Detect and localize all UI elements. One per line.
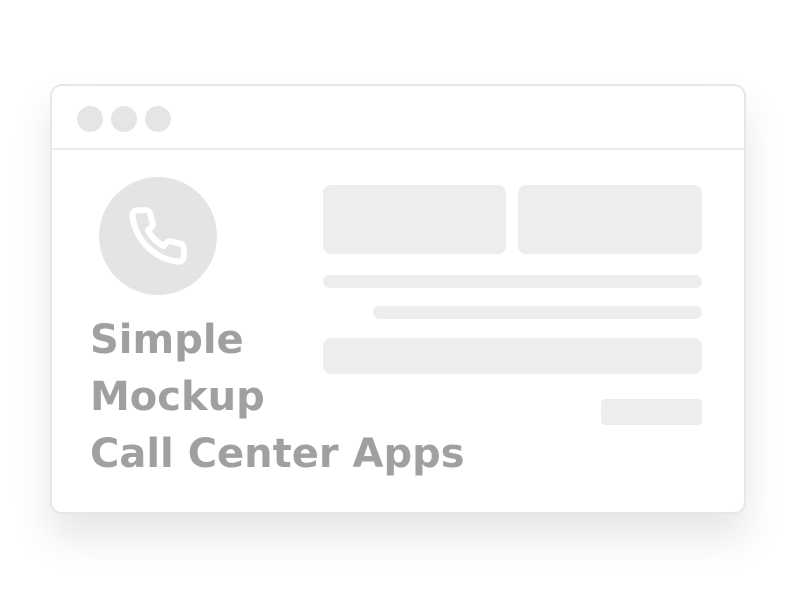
avatar <box>99 177 217 295</box>
window-control-dot[interactable] <box>145 106 171 132</box>
placeholder-text-line <box>373 306 702 319</box>
window-control-dot[interactable] <box>111 106 137 132</box>
canvas: Simple Mockup Call Center Apps <box>0 0 800 600</box>
placeholder-card[interactable] <box>323 185 506 254</box>
placeholder-button[interactable] <box>601 399 702 425</box>
placeholder-card[interactable] <box>518 185 702 254</box>
placeholder-text-line <box>323 275 702 288</box>
window-control-dot[interactable] <box>77 106 103 132</box>
title-line: Mockup <box>90 374 265 420</box>
app-window: Simple Mockup Call Center Apps <box>50 84 746 514</box>
placeholder-input-field[interactable] <box>323 338 702 374</box>
window-titlebar <box>52 86 744 150</box>
phone-icon <box>129 207 187 265</box>
title-line: Call Center Apps <box>90 431 465 477</box>
